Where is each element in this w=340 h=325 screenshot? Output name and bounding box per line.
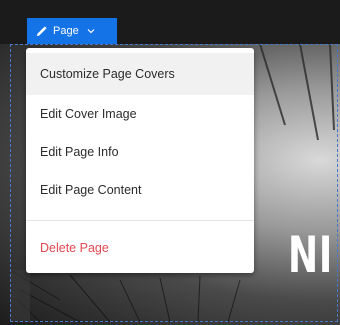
menu-item-delete-page[interactable]: Delete Page: [26, 229, 254, 267]
menu-item-customize-page-covers[interactable]: Customize Page Covers: [26, 53, 254, 95]
menu-item-edit-cover-image[interactable]: Edit Cover Image: [26, 95, 254, 133]
menu-item-edit-page-content[interactable]: Edit Page Content: [26, 171, 254, 209]
pencil-icon: [36, 25, 47, 37]
page-menu-label: Page: [53, 25, 79, 37]
page-dropdown-menu: Customize Page Covers Edit Cover Image E…: [26, 48, 254, 273]
page-editor-canvas: NI Page Customize Page Covers Edit Cover…: [0, 0, 340, 325]
page-menu-button[interactable]: Page: [27, 18, 117, 44]
chevron-down-icon: [87, 28, 95, 34]
cover-title: NI: [288, 226, 333, 284]
menu-divider: [26, 220, 254, 221]
menu-item-edit-page-info[interactable]: Edit Page Info: [26, 133, 254, 171]
